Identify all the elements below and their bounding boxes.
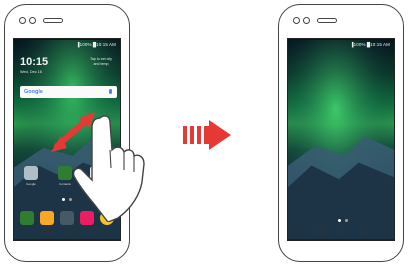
right-phone: ▐100% █10:15 AM ◁ ○ □ <box>278 4 404 262</box>
camera-icon <box>19 17 26 24</box>
hardware-nav-bar: ◁ ○ □ <box>41 227 97 239</box>
sensor-icon <box>29 17 36 24</box>
wallpaper <box>288 39 394 240</box>
hand-icon <box>72 115 145 222</box>
camera-icon <box>293 17 300 24</box>
microphone-icon[interactable] <box>109 89 112 94</box>
phone-icon[interactable] <box>20 211 34 225</box>
back-button[interactable]: ◁ <box>41 227 49 237</box>
recents-button[interactable]: □ <box>87 227 93 237</box>
app-label-google: Google <box>26 182 36 186</box>
messages-icon[interactable] <box>40 211 54 225</box>
clock-widget-time[interactable]: 10:15 <box>20 56 48 68</box>
google-search-bar[interactable]: Google <box>20 86 117 98</box>
speaker-grille <box>43 18 63 23</box>
home-button[interactable]: ○ <box>338 227 344 237</box>
google-folder-icon[interactable] <box>24 166 38 180</box>
home-button[interactable]: ○ <box>64 227 70 237</box>
speaker-grille <box>317 18 337 23</box>
page-indicator-dot <box>62 198 65 201</box>
sensor-icon <box>303 17 310 24</box>
back-button[interactable]: ◁ <box>315 227 323 237</box>
status-bar: ▐100% █10:15 AM <box>76 42 116 47</box>
page-indicator-dot <box>338 219 341 222</box>
transition-arrow-icon <box>183 120 231 150</box>
page-indicator-dot <box>345 219 348 222</box>
status-bar: ▐100% █10:15 AM <box>350 42 390 47</box>
right-phone-screen: ▐100% █10:15 AM <box>287 38 395 241</box>
google-logo: Google <box>24 88 43 95</box>
recents-button[interactable]: □ <box>361 227 367 237</box>
hardware-nav-bar: ◁ ○ □ <box>315 227 371 239</box>
clock-widget-date: Wed, Dec 16 <box>20 70 42 74</box>
weather-widget[interactable]: Tap to set city and temp <box>84 57 118 66</box>
